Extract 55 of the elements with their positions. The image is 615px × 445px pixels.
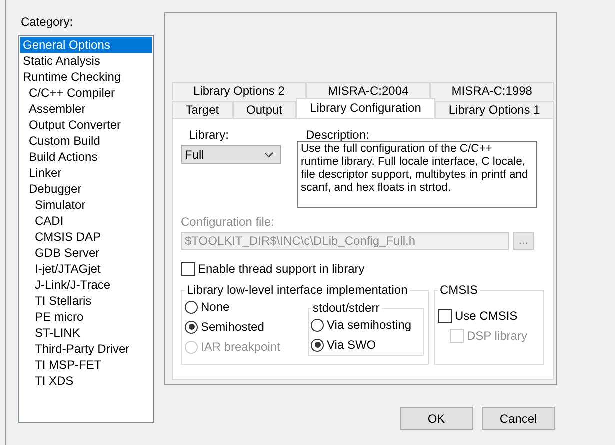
dialog-button[interactable]: Cancel [482, 407, 555, 430]
group-title: stdout/stderr [312, 301, 381, 315]
checkbox[interactable] [181, 262, 195, 276]
category-item[interactable]: TI MSP-FET [20, 357, 152, 373]
category-item[interactable]: Output Converter [20, 117, 152, 133]
category-item[interactable]: GDB Server [20, 245, 152, 261]
tab[interactable]: Output [232, 101, 296, 118]
radio-label: IAR breakpoint [201, 340, 280, 354]
category-item[interactable]: Build Actions [20, 149, 152, 165]
tab[interactable]: Library Options 2 [172, 82, 306, 100]
radio-button[interactable] [185, 320, 198, 334]
category-item[interactable]: TI Stellaris [20, 293, 152, 309]
library-dropdown[interactable]: Full [181, 145, 281, 164]
category-item[interactable]: Custom Build [20, 133, 152, 149]
configuration-file-label: Configuration file: [181, 215, 276, 229]
radio-label: Via semihosting [327, 318, 412, 332]
category-item[interactable]: PE micro [20, 309, 152, 325]
category-item[interactable]: Linker [20, 165, 152, 181]
category-item[interactable]: ST-LINK [20, 325, 152, 341]
group-title: Library low-level interface implementation [186, 283, 409, 297]
category-item[interactable]: Third-Party Driver [20, 341, 152, 357]
category-item[interactable]: Simulator [20, 197, 152, 213]
radio-button[interactable] [185, 300, 198, 314]
tab[interactable]: MISRA-C:1998 [430, 82, 554, 100]
category-item[interactable]: CMSIS DAP [20, 229, 152, 245]
description-text: Use the full configuration of the C/C++ runtime library. Full locale interface, C locale, file descriptor support, multibytes in printf and scanf, and hex floats in strtod. [297, 141, 537, 208]
tab[interactable]: Target [172, 101, 233, 118]
checkbox[interactable] [438, 309, 452, 323]
radio-label: Semihosted [201, 320, 264, 334]
radio-button[interactable] [311, 318, 324, 332]
chevron-down-icon [264, 152, 274, 158]
checkbox-label: Use CMSIS [455, 309, 518, 323]
category-item[interactable]: J-Link/J-Trace [20, 277, 152, 293]
category-label: Category: [21, 15, 74, 30]
dialog-button[interactable]: OK [400, 407, 473, 430]
category-item[interactable]: TI XDS [20, 373, 152, 389]
tab[interactable]: Library Options 1 [435, 101, 554, 118]
radio-button[interactable] [311, 338, 324, 352]
category-item[interactable]: C/C++ Compiler [20, 85, 152, 101]
category-item[interactable]: CADI [20, 213, 152, 229]
tab[interactable]: Library Configuration [296, 98, 436, 118]
category-item[interactable]: Debugger [20, 181, 152, 197]
category-item[interactable]: I-jet/JTAGjet [20, 261, 152, 277]
category-item[interactable]: Runtime Checking [20, 69, 152, 85]
category-item[interactable]: Static Analysis [20, 53, 152, 69]
category-list[interactable] [18, 35, 154, 423]
category-item[interactable]: Assembler [20, 101, 152, 117]
group-title: CMSIS [439, 283, 480, 297]
checkbox-label: DSP library [467, 329, 528, 343]
radio-label: Via SWO [327, 338, 376, 352]
radio-label: None [201, 300, 230, 314]
category-item[interactable]: General Options [20, 37, 152, 53]
checkbox-label: Enable thread support in library [198, 262, 365, 276]
library-label: Library: [189, 128, 230, 142]
description-label: Description: [306, 128, 370, 142]
